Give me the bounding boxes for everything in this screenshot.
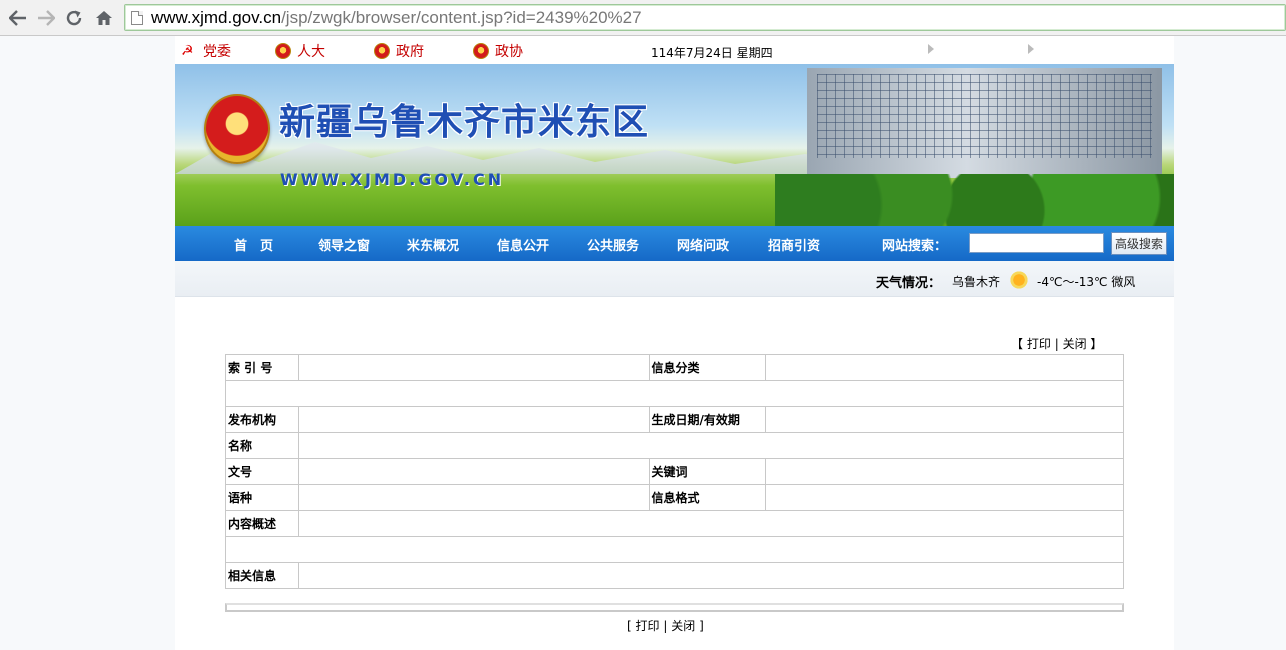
info-table: 索 引 号 信息分类 发布机构 生成日期/有效期 名称 文号 关键词 语种 信息… [225,354,1125,589]
summary-label: 内容概述 [225,510,299,537]
nav-online-inquiry[interactable]: 网络问政 [677,235,729,254]
triangle-marker-icon [1028,44,1034,54]
nav-info-disclosure[interactable]: 信息公开 [497,235,549,254]
search-label: 网站搜索： [882,239,948,254]
language-value [297,484,650,511]
page-container: ☭ 党委 人大 政府 政协 114年7月24日 星期四 新疆乌鲁木齐市米东区 W… [175,36,1174,650]
nav-public-service[interactable]: 公共服务 [587,235,639,254]
top-link-congress[interactable]: 人大 [275,41,325,61]
address-bar[interactable]: www.xjmd.gov.cn/jsp/zwgk/browser/content… [124,4,1286,31]
close-link-bottom[interactable]: 关闭 [671,619,695,633]
doc-number-value [297,458,650,485]
weather-temperature: -4℃～-13℃ 微风 [1037,275,1136,289]
nav-investment[interactable]: 招商引资 [768,235,820,254]
index-value [297,354,650,381]
nav-home[interactable]: 首 页 [234,235,273,254]
site-url: WWW.XJMD.GOV.CN [280,170,505,189]
forward-arrow-icon[interactable] [34,6,58,30]
bracket-open: [ [627,619,632,633]
index-label: 索 引 号 [225,354,299,381]
language-label: 语种 [225,484,299,511]
keywords-value [765,458,1124,485]
date-label: 生成日期/有效期 [648,406,767,433]
triangle-marker-icon [928,44,934,54]
date-value [765,406,1124,433]
table-row [225,536,1124,563]
government-building-image [807,68,1162,178]
publisher-value [297,406,650,433]
page-icon [131,11,143,25]
print-link-bottom[interactable]: 打印 [636,619,660,633]
content-bottom-rule [225,603,1124,612]
advanced-search-button[interactable]: 高级搜索 [1111,232,1167,255]
site-banner: 新疆乌鲁木齐市米东区 WWW.XJMD.GOV.CN [175,64,1174,226]
table-row: 相关信息 [225,562,1125,589]
related-label: 相关信息 [225,562,299,589]
nav-overview[interactable]: 米东概况 [407,235,459,254]
weather-city: 乌鲁木齐 [952,275,1001,289]
close-link[interactable]: 关闭 [1063,337,1087,351]
print-close-bottom: [ 打印 | 关闭 ] [627,617,704,634]
table-row: 语种 信息格式 [225,484,1124,511]
table-row [225,380,1124,407]
top-link-government-label: 政府 [396,44,424,60]
summary-value [297,510,1125,537]
bracket-open: 【 [1011,337,1024,351]
top-link-cppcc-label: 政协 [495,44,523,60]
current-date: 114年7月24日 星期四 [651,46,773,60]
home-icon[interactable] [92,6,116,30]
print-link[interactable]: 打印 [1027,337,1051,351]
sun-icon [1009,270,1029,290]
table-row: 索 引 号 信息分类 [225,354,1124,381]
party-hammer-sickle-icon: ☭ [181,43,194,59]
top-link-congress-label: 人大 [297,44,325,60]
top-links-bar: ☭ 党委 人大 政府 政协 114年7月24日 星期四 [175,36,1174,64]
browser-toolbar: www.xjmd.gov.cn/jsp/zwgk/browser/content… [0,0,1286,36]
related-value [297,562,1125,589]
site-title: 新疆乌鲁木齐市米东区 [279,102,650,143]
name-value [297,432,1125,459]
main-nav: 首 页 领导之窗 米东概况 信息公开 公共服务 网络问政 招商引资 网站搜索： … [175,226,1174,261]
category-label: 信息分类 [648,354,767,381]
national-emblem-logo [204,94,270,164]
nav-leaders[interactable]: 领导之窗 [318,235,370,254]
empty-row [225,536,1124,563]
top-link-party[interactable]: ☭ 党委 [181,41,231,61]
separator: | [663,619,668,633]
category-value [765,354,1124,381]
name-label: 名称 [225,432,299,459]
separator: | [1054,337,1059,351]
bracket-close: ] [699,619,704,633]
keywords-label: 关键词 [648,458,767,485]
weather-label: 天气情况： [876,276,942,291]
back-arrow-icon[interactable] [6,6,30,30]
table-row: 文号 关键词 [225,458,1124,485]
format-value [765,484,1124,511]
cppcc-emblem-icon [473,43,489,59]
national-emblem-icon [374,43,390,59]
bracket-close: 】 [1090,337,1103,351]
trees-graphic [775,174,1174,226]
print-close-top: 【 打印 | 关闭 】 [1011,335,1102,352]
doc-number-label: 文号 [225,458,299,485]
top-link-party-label: 党委 [203,44,231,60]
empty-row [225,380,1124,407]
url-text: www.xjmd.gov.cn/jsp/zwgk/browser/content… [151,8,642,27]
top-link-government[interactable]: 政府 [374,41,424,61]
top-link-cppcc[interactable]: 政协 [473,41,523,61]
table-row: 发布机构 生成日期/有效期 [225,406,1124,433]
search-input[interactable] [969,233,1104,253]
table-row: 名称 [225,432,1125,459]
publisher-label: 发布机构 [225,406,299,433]
weather-bar: 天气情况： 乌鲁木齐 -4℃～-13℃ 微风 [175,261,1174,297]
format-label: 信息格式 [648,484,767,511]
table-row: 内容概述 [225,510,1125,537]
reload-icon[interactable] [62,6,86,30]
national-emblem-icon [275,43,291,59]
